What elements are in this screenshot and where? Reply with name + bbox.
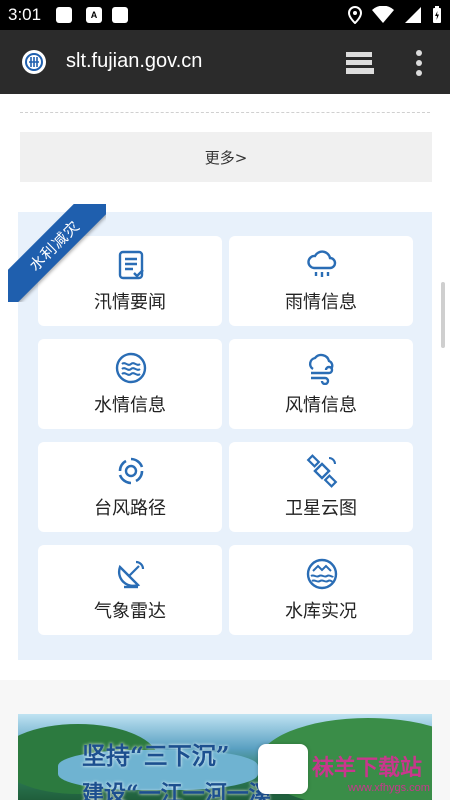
reservoir-icon xyxy=(306,558,338,590)
url-bar[interactable]: slt.fujian.gov.cn xyxy=(66,50,202,73)
wifi-icon xyxy=(372,6,394,23)
scrollbar[interactable] xyxy=(441,282,445,348)
notification-icon xyxy=(56,7,72,23)
more-button[interactable]: 更多> xyxy=(20,132,432,182)
news-list-icon xyxy=(118,250,144,280)
section-ribbon: 水利减灾 xyxy=(8,204,106,302)
tile-typhoon-path[interactable]: 台风路径 xyxy=(38,442,222,532)
wind-cloud-icon xyxy=(308,353,334,385)
tile-wind-info[interactable]: 风情信息 xyxy=(229,339,413,429)
typhoon-icon xyxy=(118,457,144,485)
ribbon-label: 水利减灾 xyxy=(8,204,106,302)
clock: 3:01 xyxy=(8,5,42,24)
signal-icon xyxy=(405,7,421,23)
satellite-icon xyxy=(306,454,338,488)
location-icon xyxy=(348,6,362,24)
tile-reservoir-status[interactable]: 水库实况 xyxy=(229,545,413,635)
notification-icon xyxy=(112,7,128,23)
page-content: 更多> 汛情要闻 雨情信息 水情信息 风情信息 台风路径 卫星云图 气象雷达 水… xyxy=(0,94,450,800)
radar-dish-icon xyxy=(117,560,145,589)
site-logo-icon xyxy=(22,50,46,74)
more-vert-icon[interactable] xyxy=(412,48,426,78)
tile-satellite-image[interactable]: 卫星云图 xyxy=(229,442,413,532)
tile-rain-info[interactable]: 雨情信息 xyxy=(229,236,413,326)
watermark-text: 袜羊下载站 xyxy=(312,756,423,781)
banner-subtitle: 建设“一江一河一溪” xyxy=(82,781,284,800)
tile-water-info[interactable]: 水情信息 xyxy=(38,339,222,429)
status-bar: 3:01 A xyxy=(0,0,450,30)
status-icons xyxy=(348,6,442,24)
tile-label: 台风路径 xyxy=(94,498,166,519)
tile-weather-radar[interactable]: 气象雷达 xyxy=(38,545,222,635)
tile-label: 卫星云图 xyxy=(285,498,357,519)
tile-label: 风情信息 xyxy=(285,395,357,416)
divider xyxy=(20,112,430,113)
tile-label: 水库实况 xyxy=(285,601,357,622)
water-waves-icon xyxy=(115,352,147,384)
watermark-url: www.xfhygs.com xyxy=(348,782,430,794)
rain-cloud-icon xyxy=(307,250,337,277)
tile-label: 气象雷达 xyxy=(94,601,166,622)
watermark-logo xyxy=(258,744,308,794)
a-icon: A xyxy=(86,7,102,23)
tabs-icon[interactable] xyxy=(344,50,376,76)
tile-label: 雨情信息 xyxy=(285,292,357,313)
battery-icon xyxy=(433,6,441,23)
banner-title: 坚持“三下沉” xyxy=(82,741,230,770)
browser-toolbar: slt.fujian.gov.cn xyxy=(0,30,450,94)
tile-label: 水情信息 xyxy=(94,395,166,416)
